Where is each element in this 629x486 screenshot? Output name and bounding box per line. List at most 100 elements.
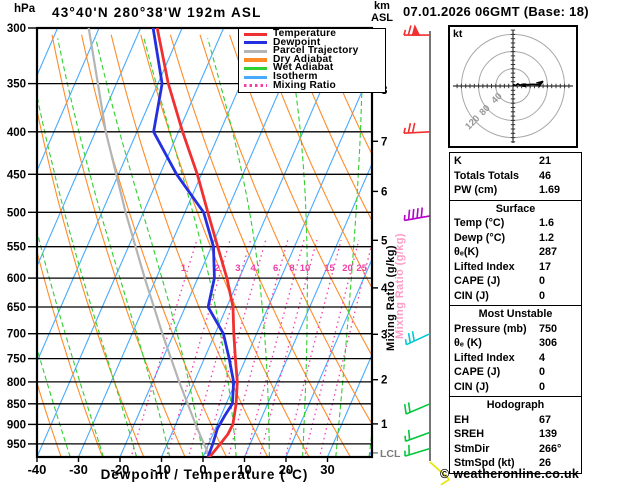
panel-row-value: 306: [539, 337, 558, 349]
panel-row-value: 139: [539, 428, 558, 440]
panel-row: Totals Totals 46: [450, 169, 581, 184]
pressure-tick-label: 950: [7, 439, 26, 451]
legend-swatch-solid: [244, 75, 267, 79]
pressure-tick-label: 850: [7, 399, 26, 411]
mixing-ratio-value-label: 20: [342, 263, 353, 274]
pressure-tick-label: 750: [7, 354, 26, 366]
panel-row: EH 67: [450, 413, 581, 428]
wet-adiabat-line: [335, 38, 364, 457]
km-tick-label: 7: [381, 136, 387, 148]
pressure-axis-unit: hPa: [14, 3, 36, 15]
mixing-ratio-value-label: 10: [300, 263, 311, 274]
station-title: 43°40'N 280°38'W 192m ASL: [52, 5, 262, 20]
legend-item-label: Mixing Ratio: [273, 79, 336, 91]
panel-row-value: 0: [539, 289, 546, 302]
temperature-axis-label: Dewpoint / Temperature (°C): [100, 467, 309, 482]
wind-barb: [403, 24, 430, 36]
panel-section-title: Most Unstable: [478, 308, 553, 320]
legend-swatch-solid: [244, 32, 267, 36]
panel-row: Lifted Index 17: [450, 260, 581, 275]
run-datetime: 07.01.2026 06GMT (Base: 18): [403, 4, 589, 19]
isotherm-line: [37, 28, 183, 363]
mixing-ratio-value-label: 15: [324, 263, 335, 274]
panel-row-value: 46: [539, 169, 552, 182]
altitude-unit-asl: ASL: [371, 11, 393, 24]
panel-row-value: 1.69: [539, 184, 561, 196]
altitude-unit-km: km: [374, 0, 390, 12]
hodograph-unit-label: kt: [453, 28, 463, 40]
panel-row-value: 287: [539, 246, 558, 258]
wind-barb: [404, 429, 431, 443]
wet-adiabat-line: [95, 38, 204, 457]
pressure-tick-label: 300: [7, 23, 26, 35]
legend-swatch-solid: [244, 49, 267, 54]
panel-row-value: 21: [539, 155, 552, 167]
pressure-tick-label: 350: [7, 79, 26, 91]
panel-row-label: SREH: [454, 428, 484, 440]
wind-barb: [403, 207, 431, 222]
panel-row-value: 0: [539, 275, 546, 287]
panel-row: θₑ (K) 306: [450, 336, 581, 351]
legend: Temperature Dewpoint Parcel Trajectory Dry …: [238, 28, 386, 93]
panel-row-label: Temp (°C): [454, 217, 505, 229]
panel-section: Surface Temp (°C) 1.6 Dewp (°C) 1.2 θₑ(K) 287 L…: [450, 199, 581, 306]
pressure-tick-label: 500: [7, 207, 26, 219]
panel-row-value: 0: [539, 366, 546, 378]
wind-barb: [403, 122, 431, 134]
wet-adiabat-line: [0, 38, 4, 457]
panel-row-label: CAPE (J): [454, 366, 501, 378]
panel-section-title: Hodograph: [486, 399, 545, 411]
panel-row: Temp (°C) 1.6: [450, 216, 581, 231]
panel-section: Hodograph EH 67 SREH 139 StmDir 266° StmSpd (kt…: [450, 396, 581, 473]
panel-row: CIN (J) 0: [450, 289, 581, 304]
panel-row: CAPE (J) 0: [450, 365, 581, 380]
mixing-ratio-value-label: 3: [235, 263, 240, 274]
mixing-ratio-value-label: 4: [251, 263, 257, 274]
pressure-tick-label: 400: [7, 127, 26, 139]
panel-row-value: 17: [539, 260, 552, 273]
panel-row-label: Pressure (mb): [454, 322, 527, 335]
mixing-ratio-axis-label: Mixing Ratio (g/kg): [385, 245, 397, 351]
km-tick-label: 2: [381, 375, 387, 387]
km-tick-label: 1: [381, 419, 388, 431]
pressure-tick-label: 450: [7, 169, 26, 181]
legend-item: Mixing Ratio: [239, 79, 385, 91]
wet-adiabat-line: [286, 38, 308, 457]
skewt-sounding-screenshot: 300 350 400 450 500 550 600 650 700 750 800 850 900 9…: [0, 0, 629, 486]
panel-row: SREH 139: [450, 427, 581, 442]
panel-row-label: PW (cm): [454, 184, 498, 196]
wind-barb: [404, 331, 431, 346]
panel-row-label: EH: [454, 413, 469, 426]
panel-row-label: CAPE (J): [454, 275, 501, 287]
panel-row: CAPE (J) 0: [450, 274, 581, 289]
pressure-tick-label: 600: [7, 273, 26, 285]
panel-row-label: θₑ(K): [454, 246, 479, 258]
panel-row-label: θₑ (K): [454, 337, 482, 349]
legend-swatch-solid: [244, 67, 267, 71]
panel-row-value: 0: [539, 380, 546, 393]
panel-section: K 21 Totals Totals 46 PW (cm) 1.69: [450, 153, 581, 200]
panel-section: Most Unstable Pressure (mb) 750 θₑ (K) 306 Li…: [450, 305, 581, 396]
pressure-tick-label: 900: [7, 419, 26, 431]
mixing-ratio-value-label: 8: [289, 263, 294, 274]
panel-row: Dewp (°C) 1.2: [450, 231, 581, 246]
legend-swatch-dotted: [244, 84, 267, 88]
pressure-tick-label: 800: [7, 377, 26, 389]
mixing-ratio-value-label: 25: [356, 263, 367, 274]
pressure-tick-label: 700: [7, 329, 26, 341]
panel-row-value: 750: [539, 322, 558, 335]
mixing-ratio-value-label: 1: [181, 263, 187, 274]
panel-row-value: 67: [539, 413, 552, 426]
panel-section-title: Surface: [495, 202, 536, 215]
panel-row-label: Dewp (°C): [454, 231, 506, 244]
dry-adiabat-line: [140, 34, 310, 457]
dewpoint-curve: [151, 28, 236, 457]
wind-barb: [404, 444, 431, 457]
panel-row: θₑ(K) 287: [450, 245, 581, 260]
panel-row-value: 1.6: [539, 217, 555, 229]
panel-row-label: CIN (J): [454, 289, 489, 302]
wind-barb: [403, 402, 431, 415]
panel-row-value: 1.2: [539, 231, 555, 244]
legend-swatch-solid: [244, 58, 267, 62]
panel-row: Pressure (mb) 750: [450, 322, 581, 337]
